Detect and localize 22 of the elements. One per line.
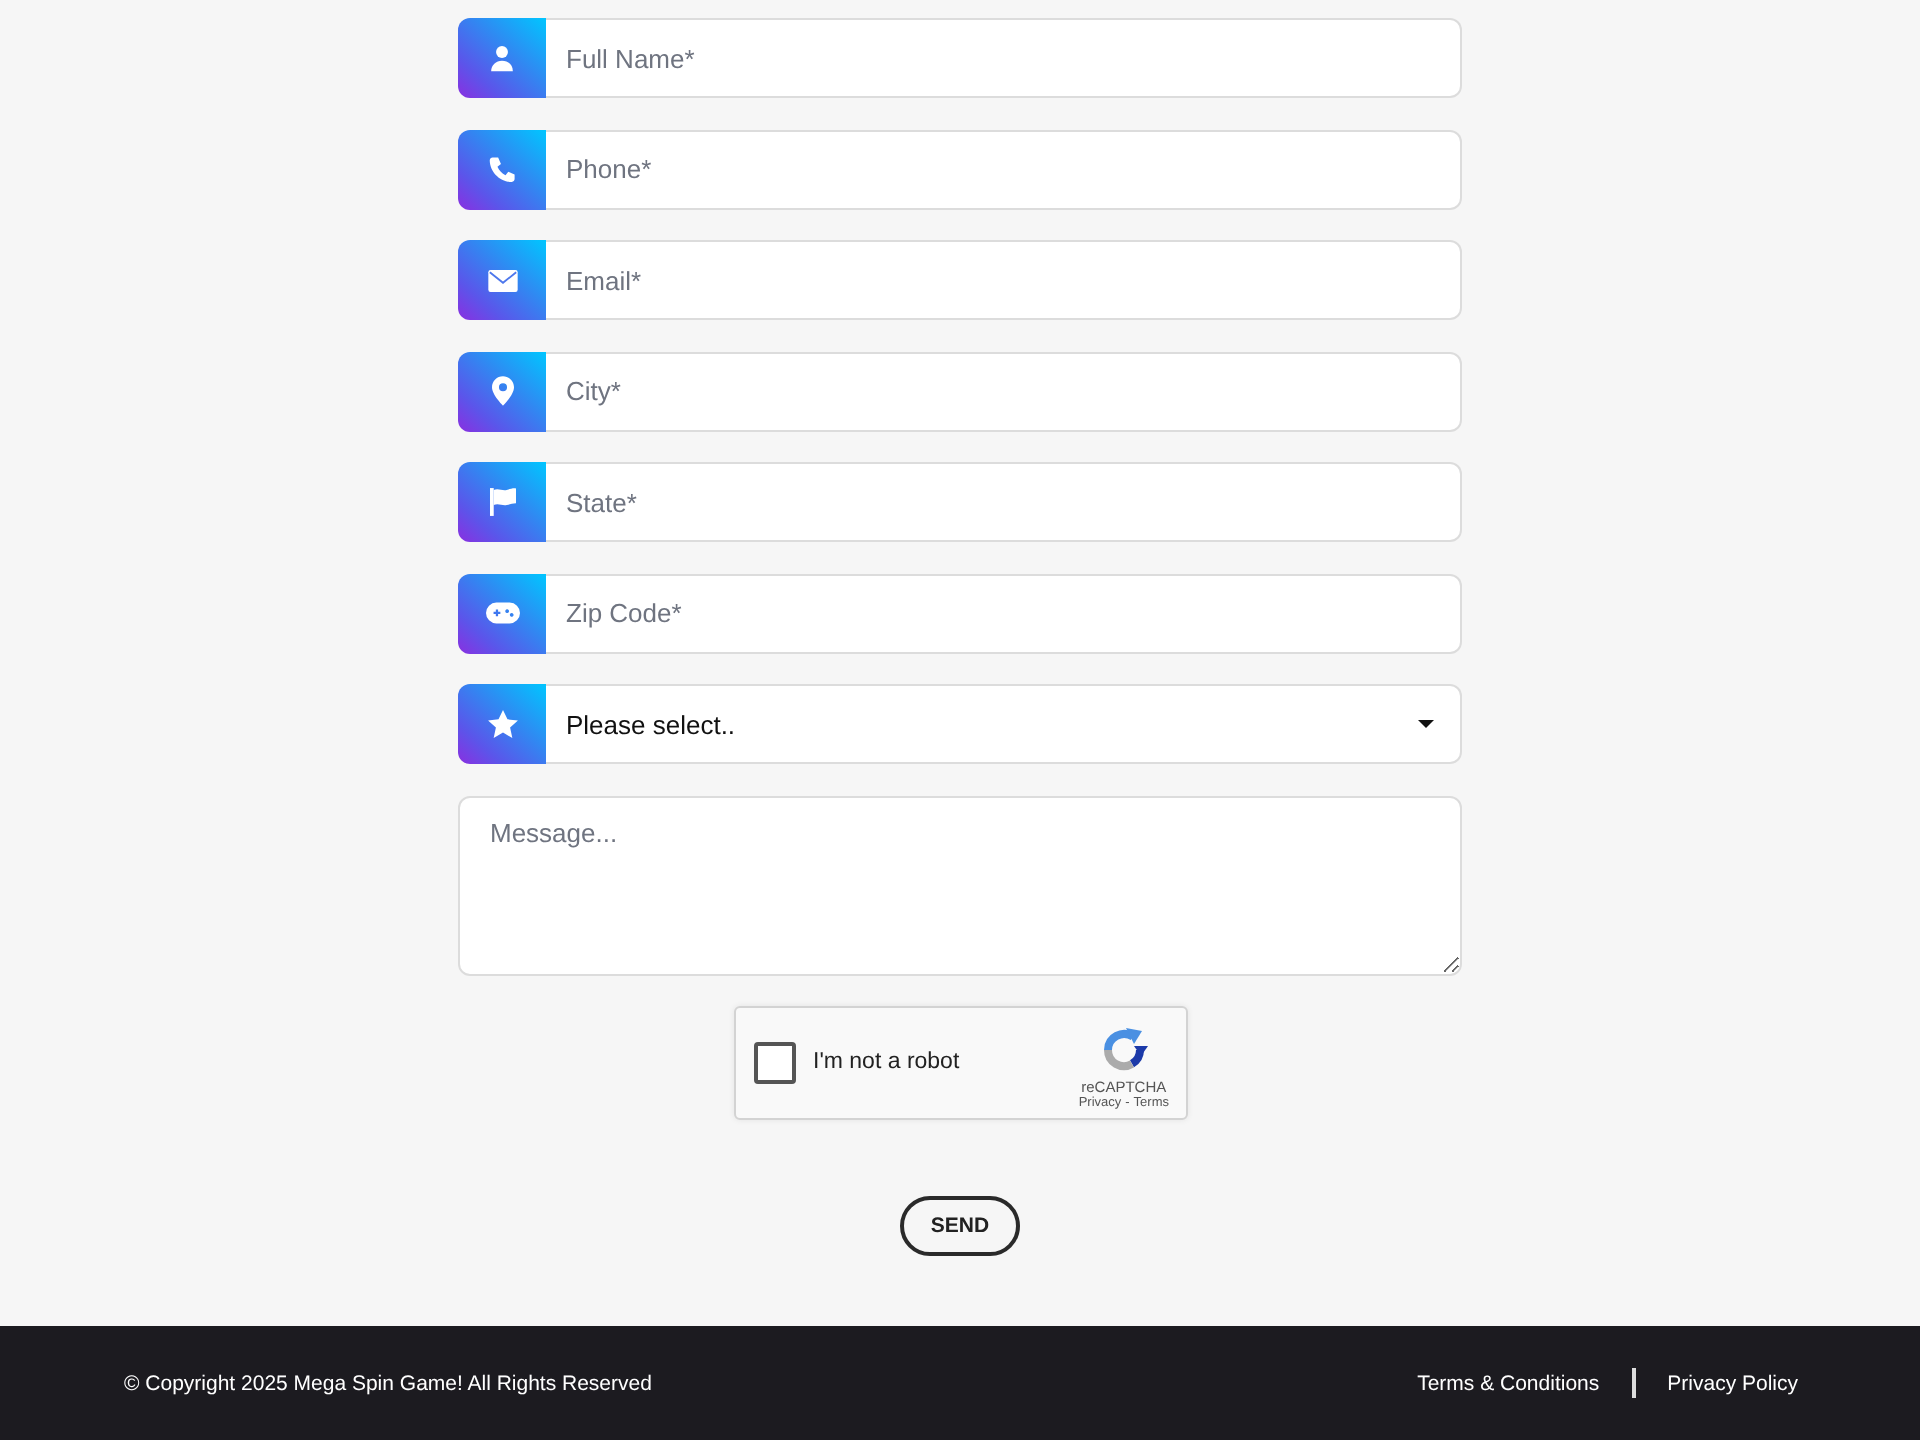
caret-icon bbox=[1418, 720, 1434, 728]
footer-link[interactable]: Terms & Conditions bbox=[1417, 1371, 1600, 1395]
footer-link[interactable]: Privacy Policy bbox=[1667, 1371, 1798, 1395]
envelope-icon bbox=[458, 240, 546, 320]
text-input-field[interactable]: State* bbox=[546, 462, 1462, 542]
captcha-checkbox[interactable] bbox=[753, 1041, 795, 1083]
send-button[interactable]: SEND bbox=[900, 1195, 1020, 1255]
circular-arrows-icon bbox=[1099, 1025, 1148, 1074]
text-input-field[interactable]: City* bbox=[546, 351, 1462, 431]
flag-icon bbox=[458, 462, 546, 542]
select-dropdown[interactable]: Please select.. bbox=[546, 684, 1462, 764]
person-icon bbox=[458, 18, 546, 98]
phone-icon bbox=[458, 129, 546, 209]
copyright-text: © Copyright 2025 Mega Spin Game! All Rights Reserved bbox=[124, 1371, 652, 1395]
map-pin-icon bbox=[458, 351, 546, 431]
captcha-label: I'm not a robot bbox=[813, 1050, 962, 1074]
text-input-field[interactable]: Zip Code* bbox=[546, 573, 1462, 653]
message-field[interactable]: Message... bbox=[458, 795, 1462, 975]
text-input-field[interactable]: Full Name* bbox=[546, 18, 1462, 98]
gamepad-icon bbox=[458, 573, 546, 653]
text-input-field[interactable]: Phone* bbox=[546, 129, 1462, 209]
text-input-field[interactable]: Email* bbox=[546, 240, 1462, 320]
